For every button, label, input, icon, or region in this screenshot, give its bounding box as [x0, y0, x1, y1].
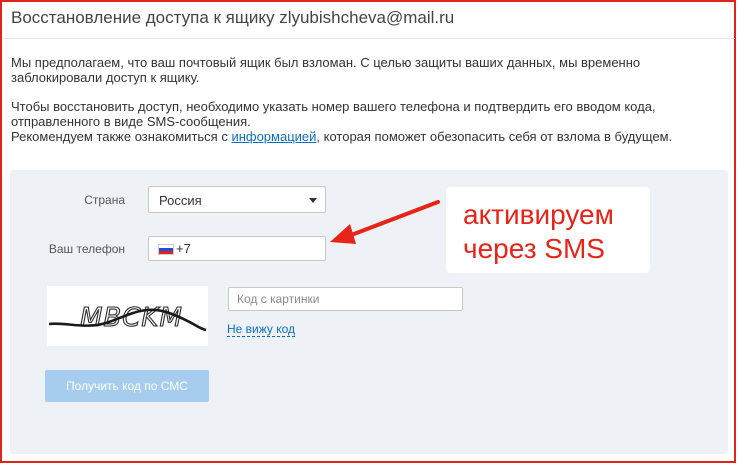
recommend-prefix: Рекомендуем также ознакомиться с	[11, 129, 232, 144]
recovery-instructions: Чтобы восстановить доступ, необходимо ук…	[11, 99, 711, 144]
chevron-down-icon	[309, 198, 317, 203]
annotation-callout: активируем через SMS	[446, 187, 650, 273]
recommend-suffix: , которая поможет обезопасить себя от вз…	[316, 129, 673, 144]
title-divider	[3, 38, 735, 39]
instructions-line2: отправленного в виде SMS-сообщения.	[11, 114, 251, 129]
phone-label: Ваш телефон	[48, 242, 125, 256]
no-see-code-link[interactable]: Не вижу код	[227, 323, 296, 337]
captcha-image: MBCKM	[47, 286, 208, 346]
country-label: Страна	[84, 193, 125, 207]
annotation-line1: активируем	[463, 199, 614, 230]
annotation-line2: через SMS	[463, 233, 605, 264]
country-select[interactable]: Россия	[148, 186, 326, 213]
phone-country-code: +7	[176, 241, 191, 256]
get-sms-code-button[interactable]: Получить код по СМС	[45, 370, 209, 402]
captcha-text: MBCKM	[80, 303, 183, 333]
info-link[interactable]: информацией	[231, 129, 316, 144]
annotation-arrow-icon	[330, 200, 440, 244]
hack-notice-text: Мы предполагаем, что ваш почтовый ящик б…	[11, 55, 641, 85]
captcha-input[interactable]	[228, 287, 463, 311]
page-title: Восстановление доступа к ящику zlyubishc…	[11, 8, 455, 27]
phone-input[interactable]: +7	[148, 236, 326, 261]
russia-flag-icon	[158, 244, 174, 255]
instructions-line1: Чтобы восстановить доступ, необходимо ук…	[11, 99, 656, 114]
country-value: Россия	[159, 193, 202, 208]
